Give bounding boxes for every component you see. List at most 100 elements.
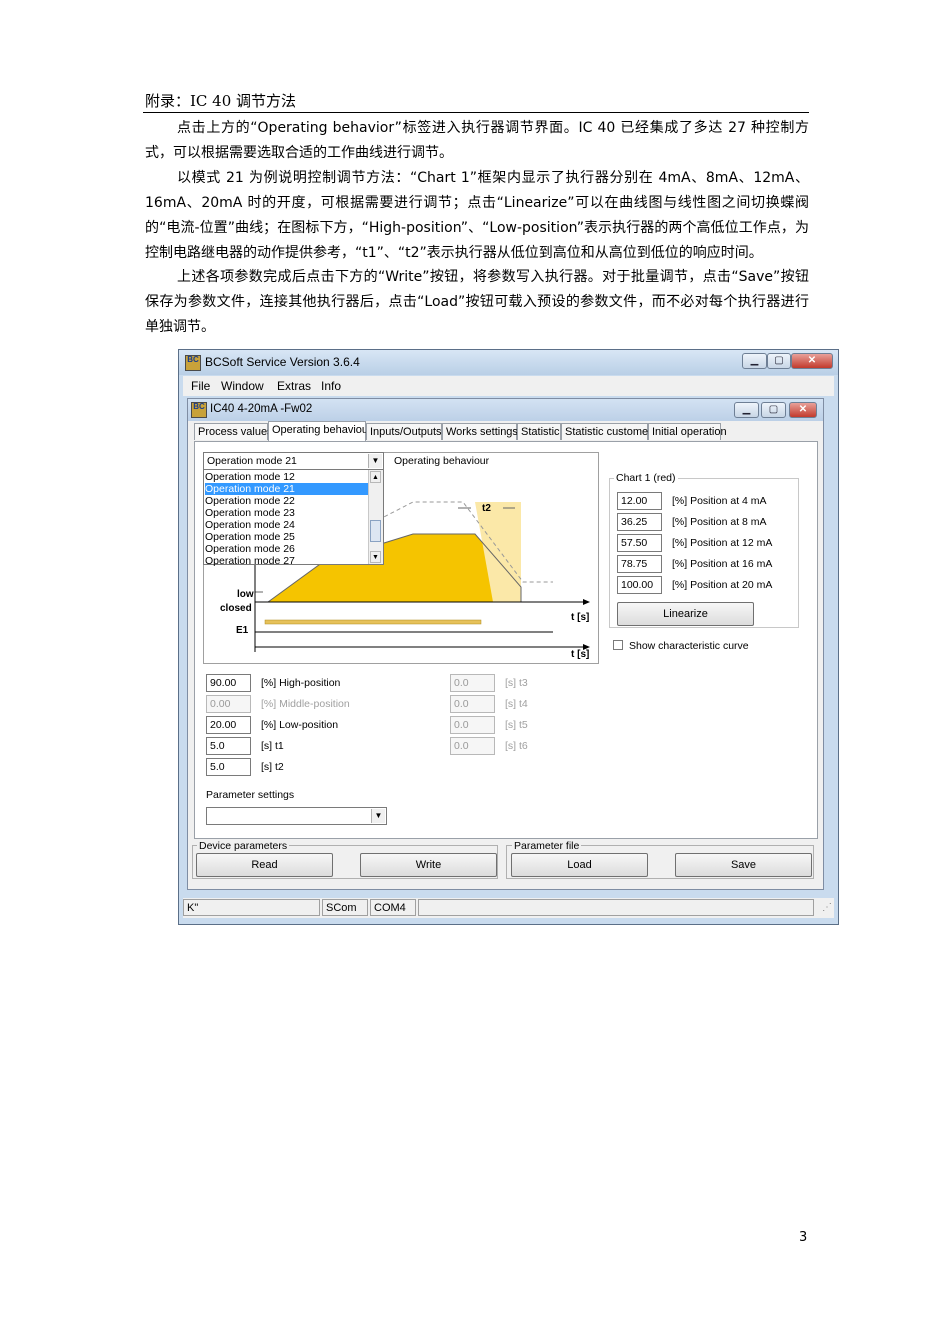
page-number: 3 [799, 1230, 808, 1245]
child-app-icon: BC [191, 402, 207, 418]
mode-option[interactable]: Operation mode 26 [205, 543, 368, 555]
resize-grip-icon[interactable]: ⋰ [822, 902, 832, 913]
middle-position-input: 0.00 [206, 695, 251, 713]
t5-input: 0.0 [450, 716, 495, 734]
status-field-scom: SCom [322, 899, 368, 916]
child-minimize-icon[interactable]: ▁ [734, 402, 759, 418]
t2-input[interactable]: 5.0 [206, 758, 251, 776]
child-title: IC40 4-20mA -Fw02 [210, 403, 313, 415]
t6-input: 0.0 [450, 737, 495, 755]
menu-bar: File Window Extras Info [183, 376, 834, 396]
close-icon[interactable]: ✕ [791, 353, 833, 369]
status-bar: K" SCom COM4 ⋰ [183, 898, 834, 918]
menu-window[interactable]: Window [221, 379, 264, 393]
menu-info[interactable]: Info [321, 379, 341, 393]
status-field-empty [418, 899, 814, 916]
child-restore-icon[interactable]: ▢ [761, 402, 786, 418]
scroll-thumb[interactable] [370, 520, 381, 542]
middle-position-label: [%] Middle-position [261, 698, 350, 710]
window-title: BCSoft Service Version 3.6.4 [205, 355, 360, 369]
position-8ma-input[interactable]: 36.25 [617, 513, 662, 531]
t1-input[interactable]: 5.0 [206, 737, 251, 755]
page-header: 附录：IC 40 调节方法 [145, 92, 297, 110]
operating-behaviour-label: Operating behaviour [394, 455, 490, 467]
mode-option[interactable]: Operation mode 22 [205, 495, 368, 507]
t4-input: 0.0 [450, 695, 495, 713]
tab-statistic-customer[interactable]: Statistic customer [561, 423, 652, 440]
tab-process-values[interactable]: Process values [194, 423, 273, 440]
minimize-icon[interactable]: ▁ [742, 353, 767, 369]
t5-label: [s] t5 [505, 719, 528, 731]
high-position-input[interactable]: 90.00 [206, 674, 251, 692]
parameter-settings-select[interactable]: ▼ [206, 807, 387, 825]
mode-option[interactable]: Operation mode 25 [205, 531, 368, 543]
mode-option[interactable]: Operation mode 12 [205, 471, 368, 483]
chart-x-arrow [583, 599, 590, 605]
mode-option[interactable]: Operation mode 24 [205, 519, 368, 531]
t3-label: [s] t3 [505, 677, 528, 689]
t4-label: [s] t4 [505, 698, 528, 710]
t2-label: [s] t2 [261, 761, 284, 773]
position-8ma-label: [%] Position at 8 mA [672, 516, 767, 528]
scroll-up-icon[interactable]: ▲ [370, 471, 381, 483]
parameter-settings-label: Parameter settings [206, 789, 295, 801]
tab-works-settings[interactable]: Works settings [442, 423, 518, 440]
linearize-button[interactable]: Linearize [617, 602, 754, 626]
show-curve-checkbox[interactable] [613, 640, 623, 650]
mode-option[interactable]: Operation mode 27 [205, 555, 368, 567]
tab-initial-operation[interactable]: Initial operation [648, 423, 727, 440]
low-position-input[interactable]: 20.00 [206, 716, 251, 734]
paragraph-2: 以模式 21 为例说明控制调节方法：“Chart 1”框架内显示了执行器分别在 … [145, 170, 809, 261]
bcsoft-window: BC BCSoft Service Version 3.6.4 ▁ ▢ ✕ Fi… [178, 349, 839, 925]
paragraph-3: 上述各项参数完成后点击下方的“Write”按钮，将参数写入执行器。对于批量调节，… [145, 269, 809, 335]
high-position-label: [%] High-position [261, 677, 341, 689]
position-20ma-input[interactable]: 100.00 [617, 576, 662, 594]
low-position-label: [%] Low-position [261, 719, 339, 731]
position-4ma-label: [%] Position at 4 mA [672, 495, 767, 507]
chevron-down-icon[interactable]: ▼ [368, 454, 382, 468]
chart-e1-label: E1 [236, 625, 249, 636]
chart-t2-label: t2 [482, 503, 491, 514]
chart-low-label: low [237, 589, 254, 600]
child-title-bar: BC IC40 4-20mA -Fw02 ▁ ▢ ✕ [188, 399, 823, 421]
dropdown-scrollbar[interactable]: ▲ ▼ [368, 470, 383, 564]
mode-option[interactable]: Operation mode 23 [205, 507, 368, 519]
chart-t-axis-label: t [s] [571, 612, 590, 623]
position-16ma-input[interactable]: 78.75 [617, 555, 662, 573]
tab-inputs-outputs[interactable]: Inputs/Outputs [366, 423, 442, 440]
load-button[interactable]: Load [511, 853, 648, 877]
chart1-title: Chart 1 (red) [614, 472, 678, 484]
save-button[interactable]: Save [675, 853, 812, 877]
chevron-down-icon[interactable]: ▼ [371, 809, 385, 823]
app-icon: BC [185, 355, 201, 371]
mode-option-selected[interactable]: Operation mode 21 [205, 483, 368, 495]
e1-signal-bar [264, 619, 482, 625]
operation-mode-select[interactable]: Operation mode 21 ▼ [203, 452, 384, 470]
position-12ma-input[interactable]: 57.50 [617, 534, 662, 552]
title-bar: BC BCSoft Service Version 3.6.4 ▁ ▢ ✕ [179, 350, 838, 375]
status-field-com: COM4 [370, 899, 416, 916]
tab-operating-behaviour[interactable]: Operating behaviour [268, 421, 372, 441]
chart-closed-label: closed [220, 603, 252, 614]
status-field-1: K" [183, 899, 320, 916]
paragraph-1: 点击上方的“Operating behavior”标签进入执行器调节界面。IC … [145, 120, 809, 161]
t6-label: [s] t6 [505, 740, 528, 752]
menu-file[interactable]: File [191, 379, 210, 393]
position-4ma-input[interactable]: 12.00 [617, 492, 662, 510]
read-button[interactable]: Read [196, 853, 333, 877]
device-parameters-label: Device parameters [197, 840, 290, 852]
tab-statistic[interactable]: Statistic [517, 423, 561, 440]
position-20ma-label: [%] Position at 20 mA [672, 579, 773, 591]
scroll-down-icon[interactable]: ▼ [370, 551, 381, 563]
t1-label: [s] t1 [261, 740, 284, 752]
child-close-icon[interactable]: ✕ [789, 402, 817, 418]
operation-mode-value: Operation mode 21 [207, 455, 297, 467]
position-16ma-label: [%] Position at 16 mA [672, 558, 773, 570]
maximize-icon[interactable]: ▢ [767, 353, 791, 369]
menu-extras[interactable]: Extras [277, 379, 311, 393]
show-curve-label: Show characteristic curve [629, 640, 749, 652]
write-button[interactable]: Write [360, 853, 497, 877]
t3-input: 0.0 [450, 674, 495, 692]
operating-behaviour-panel: t2 low closed t [s] E1 t [s] Operation m… [194, 441, 818, 839]
header-rule [143, 112, 809, 113]
